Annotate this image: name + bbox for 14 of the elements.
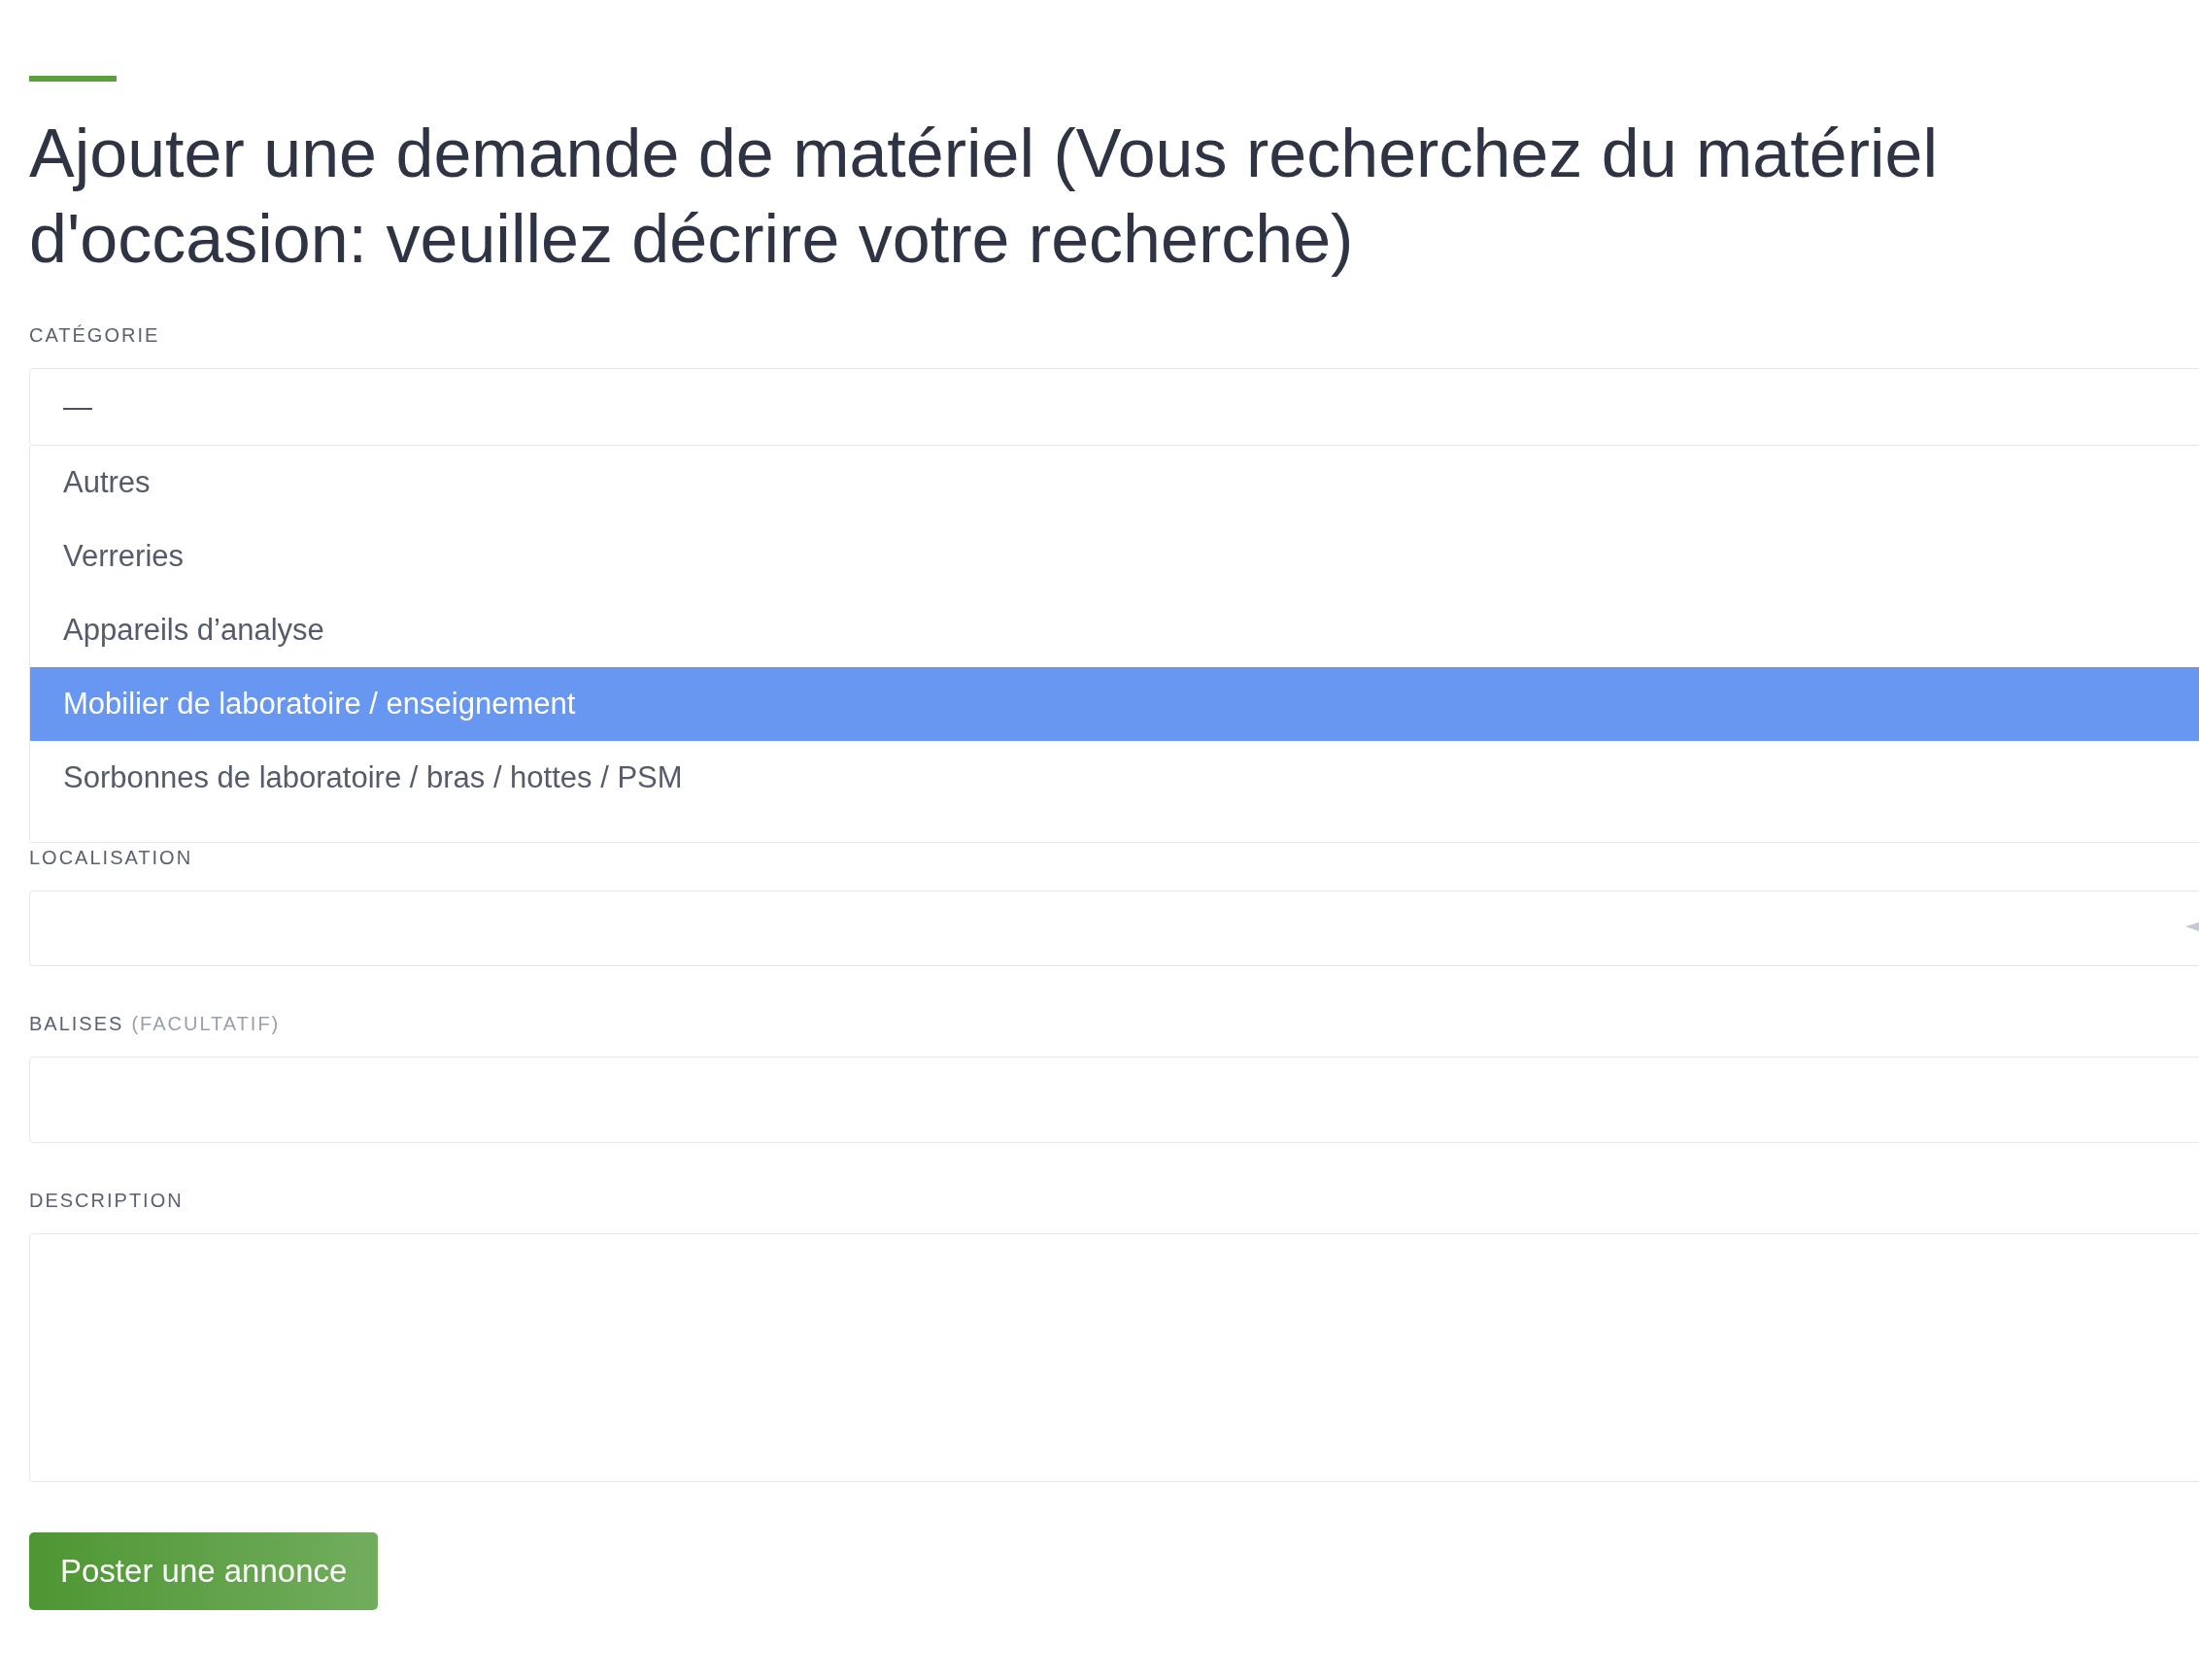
dropdown-option[interactable]: Verreries — [30, 520, 2199, 593]
category-select[interactable]: — — [29, 368, 2199, 446]
field-label: CATÉGORIE — [29, 324, 160, 347]
tags-field[interactable] — [29, 1057, 2199, 1143]
description-field[interactable] — [29, 1233, 2199, 1482]
location-field[interactable] — [29, 890, 2199, 966]
dropdown-option[interactable]: Autres — [30, 446, 2199, 520]
field-label: LOCALISATION — [29, 847, 193, 869]
dropdown-option[interactable]: Sorbonnes de laboratoire / bras / hottes / PSM — [30, 741, 2199, 815]
field-label: DESCRIPTION — [29, 1190, 184, 1212]
field-label: BALISES — [29, 1013, 124, 1035]
optional-note: (FACULTATIF) — [131, 1013, 281, 1035]
page-title: Ajouter une demande de matériel (Vous recherchez du matériel d'occasion: veuillez décrire votre recherche) — [29, 115, 1939, 279]
dropdown-option[interactable]: Appareils d’analyse — [30, 593, 2199, 667]
